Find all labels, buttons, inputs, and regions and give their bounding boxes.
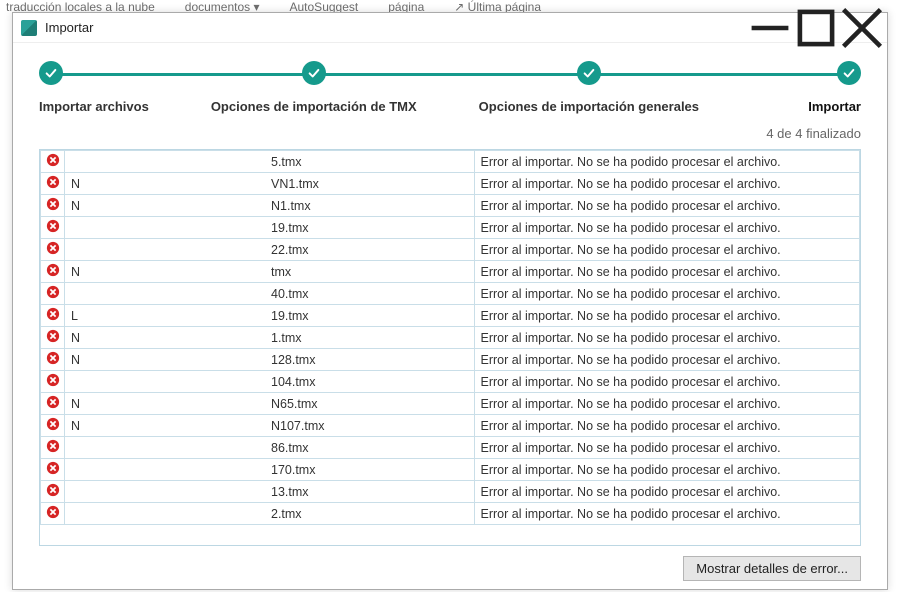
error-message-cell: Error al importar. No se ha podido proce… <box>474 239 860 261</box>
file-name-cell: 104.tmx <box>65 371 475 393</box>
table-row[interactable]: NN65.tmxError al importar. No se ha podi… <box>41 393 860 415</box>
maximize-button[interactable] <box>793 13 839 43</box>
error-icon <box>41 393 65 415</box>
file-name-cell: 19.tmx <box>65 217 475 239</box>
file-name-cell: 2.tmx <box>65 503 475 525</box>
file-name-cell: 5.tmx <box>65 151 475 173</box>
error-icon <box>41 349 65 371</box>
error-message-cell: Error al importar. No se ha podido proce… <box>474 261 860 283</box>
progress-summary: 4 de 4 finalizado <box>13 120 887 149</box>
file-name-cell: L19.tmx <box>65 305 475 327</box>
results-table: 5.tmxError al importar. No se ha podido … <box>39 149 861 546</box>
error-icon <box>41 437 65 459</box>
table-row[interactable]: 5.tmxError al importar. No se ha podido … <box>41 151 860 173</box>
window-title: Importar <box>45 20 747 35</box>
close-button[interactable] <box>839 13 885 43</box>
error-message-cell: Error al importar. No se ha podido proce… <box>474 173 860 195</box>
file-name-cell: NVN1.tmx <box>65 173 475 195</box>
step-label: Opciones de importación generales <box>479 99 699 114</box>
table-row[interactable]: NVN1.tmxError al importar. No se ha podi… <box>41 173 860 195</box>
error-message-cell: Error al importar. No se ha podido proce… <box>474 283 860 305</box>
error-icon <box>41 261 65 283</box>
table-row[interactable]: 22.tmxError al importar. No se ha podido… <box>41 239 860 261</box>
error-message-cell: Error al importar. No se ha podido proce… <box>474 371 860 393</box>
error-icon <box>41 459 65 481</box>
error-message-cell: Error al importar. No se ha podido proce… <box>474 305 860 327</box>
error-message-cell: Error al importar. No se ha podido proce… <box>474 459 860 481</box>
show-error-details-button[interactable]: Mostrar detalles de error... <box>683 556 861 581</box>
file-name-cell: Ntmx <box>65 261 475 283</box>
error-message-cell: Error al importar. No se ha podido proce… <box>474 327 860 349</box>
error-icon <box>41 173 65 195</box>
dialog-footer: Mostrar detalles de error... <box>13 546 887 589</box>
table-row[interactable]: 13.tmxError al importar. No se ha podido… <box>41 481 860 503</box>
error-icon <box>41 217 65 239</box>
error-message-cell: Error al importar. No se ha podido proce… <box>474 503 860 525</box>
file-name-cell: NN65.tmx <box>65 393 475 415</box>
titlebar: Importar <box>13 13 887 43</box>
error-message-cell: Error al importar. No se ha podido proce… <box>474 393 860 415</box>
file-name-cell: N1.tmx <box>65 327 475 349</box>
file-name-cell: 22.tmx <box>65 239 475 261</box>
step-check-icon <box>302 61 326 85</box>
step-check-icon <box>837 61 861 85</box>
file-name-cell: 86.tmx <box>65 437 475 459</box>
file-name-cell: NN107.tmx <box>65 415 475 437</box>
file-name-cell: 13.tmx <box>65 481 475 503</box>
error-message-cell: Error al importar. No se ha podido proce… <box>474 437 860 459</box>
step-label: Importar <box>808 99 861 114</box>
error-message-cell: Error al importar. No se ha podido proce… <box>474 415 860 437</box>
table-row[interactable]: L19.tmxError al importar. No se ha podid… <box>41 305 860 327</box>
error-icon <box>41 239 65 261</box>
step-label: Opciones de importación de TMX <box>211 99 417 114</box>
error-icon <box>41 415 65 437</box>
error-icon <box>41 283 65 305</box>
wizard-step-1[interactable]: Opciones de importación de TMX <box>211 61 417 114</box>
file-name-cell: NN1.tmx <box>65 195 475 217</box>
error-icon <box>41 503 65 525</box>
table-row[interactable]: 170.tmxError al importar. No se ha podid… <box>41 459 860 481</box>
wizard-steps: Importar archivos Opciones de importación… <box>13 43 887 120</box>
step-check-icon <box>577 61 601 85</box>
file-name-cell: 170.tmx <box>65 459 475 481</box>
table-row[interactable]: 104.tmxError al importar. No se ha podid… <box>41 371 860 393</box>
step-label: Importar archivos <box>39 99 149 114</box>
wizard-step-3[interactable]: Importar <box>761 61 861 114</box>
table-row[interactable]: NN1.tmxError al importar. No se ha podid… <box>41 195 860 217</box>
table-row[interactable]: 2.tmxError al importar. No se ha podido … <box>41 503 860 525</box>
error-message-cell: Error al importar. No se ha podido proce… <box>474 195 860 217</box>
wizard-step-0[interactable]: Importar archivos <box>39 61 149 114</box>
table-row[interactable]: NN107.tmxError al importar. No se ha pod… <box>41 415 860 437</box>
error-message-cell: Error al importar. No se ha podido proce… <box>474 151 860 173</box>
error-message-cell: Error al importar. No se ha podido proce… <box>474 217 860 239</box>
app-icon <box>21 20 37 36</box>
file-name-cell: N128.tmx <box>65 349 475 371</box>
error-icon <box>41 481 65 503</box>
error-icon <box>41 371 65 393</box>
table-row[interactable]: 86.tmxError al importar. No se ha podido… <box>41 437 860 459</box>
table-row[interactable]: 40.tmxError al importar. No se ha podido… <box>41 283 860 305</box>
file-name-cell: 40.tmx <box>65 283 475 305</box>
import-dialog: Importar Importar archivos Opciones de im… <box>12 12 888 590</box>
table-row[interactable]: N128.tmxError al importar. No se ha podi… <box>41 349 860 371</box>
table-row[interactable]: N1.tmxError al importar. No se ha podido… <box>41 327 860 349</box>
error-icon <box>41 305 65 327</box>
table-row[interactable]: 19.tmxError al importar. No se ha podido… <box>41 217 860 239</box>
error-message-cell: Error al importar. No se ha podido proce… <box>474 349 860 371</box>
wizard-step-2[interactable]: Opciones de importación generales <box>479 61 699 114</box>
error-icon <box>41 327 65 349</box>
error-icon <box>41 195 65 217</box>
error-icon <box>41 151 65 173</box>
table-row[interactable]: NtmxError al importar. No se ha podido p… <box>41 261 860 283</box>
error-message-cell: Error al importar. No se ha podido proce… <box>474 481 860 503</box>
minimize-button[interactable] <box>747 13 793 43</box>
step-check-icon <box>39 61 63 85</box>
